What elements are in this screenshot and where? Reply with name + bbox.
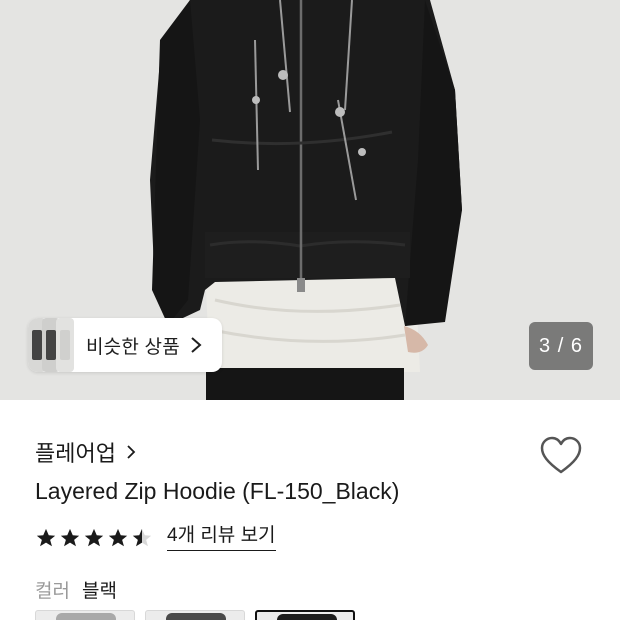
color-swatch-charcoal[interactable] [145,610,245,620]
chevron-right-icon [127,445,136,459]
chevron-right-icon [191,337,202,353]
product-image-gallery[interactable]: 비슷한 상품 3 / 6 [0,0,620,400]
half-star-icon [132,529,152,547]
color-option-row: 컬러 블랙 [35,576,117,603]
brand-link[interactable]: 플레어업 [35,436,136,468]
star-icon [108,529,128,547]
view-reviews-link[interactable]: 4개 리뷰 보기 [167,525,276,551]
similar-products-thumbnails [28,318,74,372]
star-icon [60,529,80,547]
color-swatch-list [35,610,365,620]
selected-color-value: 블랙 [81,581,117,602]
product-title: Layered Zip Hoodie (FL-150_Black) [35,478,400,504]
brand-name: 플레어업 [35,441,116,466]
star-icon [36,529,56,547]
image-counter: 3 / 6 [529,322,593,370]
similar-products-button[interactable]: 비슷한 상품 [28,318,222,372]
color-swatch-black[interactable] [255,610,355,620]
heart-outline-icon[interactable] [539,436,583,476]
similar-products-label: 비슷한 상품 [86,336,180,358]
star-icon [84,529,104,547]
star-rating [35,527,155,549]
color-label: 컬러 [35,581,70,602]
color-swatch-grey[interactable] [35,610,135,620]
rating-row: 4개 리뷰 보기 [35,525,276,551]
